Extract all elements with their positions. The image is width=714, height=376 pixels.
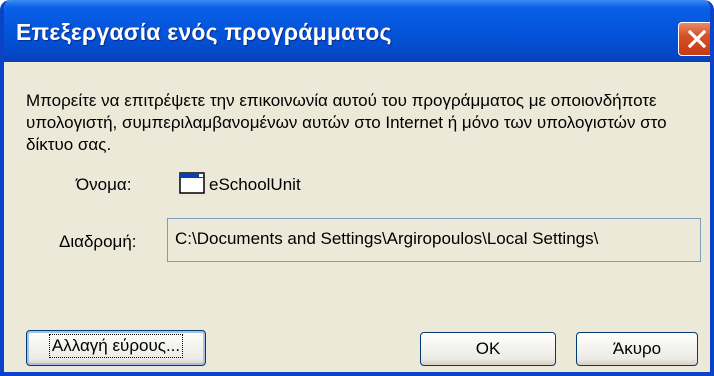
application-window-icon [179, 172, 205, 194]
change-scope-button[interactable]: Αλλαγή εύρους... [26, 330, 206, 366]
cancel-button[interactable]: Άκυρο [576, 332, 698, 366]
ok-button[interactable]: OK [420, 332, 556, 366]
program-name: eSchoolUnit [209, 175, 301, 194]
path-label: Διαδρομή: [59, 232, 137, 251]
change-scope-label: Αλλαγή εύρους... [48, 334, 184, 358]
dialog-title: Επεξεργασία ενός προγράμματος [16, 19, 392, 45]
title-bar[interactable]: Επεξεργασία ενός προγράμματος [4, 0, 710, 62]
dialog-body: Μπορείτε να επιτρέψετε την επικοινωνία α… [4, 62, 710, 372]
path-field[interactable]: C:\Documents and Settings\Argiropoulos\L… [167, 218, 701, 262]
name-label: Όνομα: [76, 175, 132, 194]
description-text: Μπορείτε να επιτρέψετε την επικοινωνία α… [26, 91, 667, 154]
edit-program-dialog: Επεξεργασία ενός προγράμματος Μπορείτε ν… [0, 0, 714, 376]
close-button[interactable] [678, 22, 710, 56]
close-icon [688, 30, 706, 48]
